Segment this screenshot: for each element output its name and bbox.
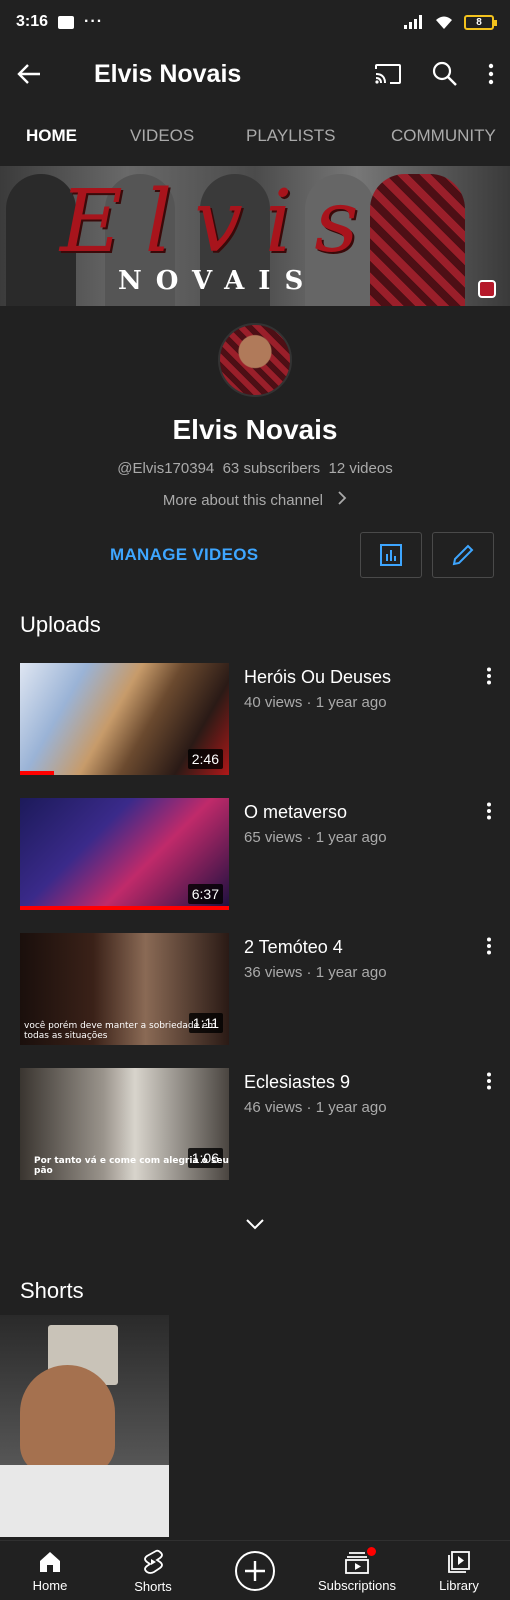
nav-shorts-label: Shorts: [134, 1578, 172, 1594]
channel-handle: @Elvis170394: [117, 460, 215, 477]
video-age: 1 year ago: [315, 1099, 387, 1116]
wifi-icon: [436, 16, 452, 29]
more-vert-icon[interactable]: [486, 1072, 492, 1090]
nav-library[interactable]: Library: [409, 1541, 509, 1600]
tab-playlists[interactable]: PLAYLISTS: [246, 126, 335, 146]
banner-title: Elvis: [60, 172, 381, 272]
analytics-icon: [380, 544, 402, 566]
notification-dot: [367, 1547, 376, 1556]
video-title[interactable]: Heróis Ou Deuses: [244, 667, 391, 688]
video-title[interactable]: 2 Temóteo 4: [244, 937, 343, 958]
video-title[interactable]: O metaverso: [244, 802, 347, 823]
nav-shorts[interactable]: Shorts: [103, 1541, 203, 1600]
more-vert-icon[interactable]: [486, 937, 492, 955]
short-person-image: [20, 1365, 115, 1475]
channel-tabs: HOME VIDEOS PLAYLISTS COMMUNITY: [0, 112, 510, 160]
edit-channel-button[interactable]: [432, 532, 494, 578]
more-about-label: More about this channel: [162, 492, 323, 509]
video-duration: 2:46: [187, 749, 223, 769]
app-bar: Elvis Novais: [0, 44, 510, 104]
tab-videos[interactable]: VIDEOS: [130, 126, 194, 146]
signal-icon: [404, 15, 422, 29]
nav-home[interactable]: Home: [0, 1541, 100, 1600]
video-age: 1 year ago: [315, 829, 387, 846]
video-item[interactable]: 2:46 Heróis Ou Deuses 40 views · 1 year …: [20, 663, 500, 781]
nav-create[interactable]: [205, 1541, 305, 1600]
video-views: 36 views: [244, 964, 303, 981]
video-meta: 46 views · 1 year ago: [244, 1099, 387, 1116]
status-time: 3:16: [16, 13, 49, 30]
library-icon: [448, 1550, 470, 1573]
battery-icon: 8: [464, 14, 497, 30]
video-caption: Por tanto vá e come com alegria o seu pã…: [34, 1156, 229, 1176]
video-views: 46 views: [244, 1099, 303, 1116]
message-icon: [58, 15, 75, 29]
video-thumbnail[interactable]: 6:37: [20, 798, 229, 910]
channel-banner: Elvis NOVAIS: [0, 166, 510, 306]
channel-meta: @Elvis170394 63 subscribers 12 videos: [0, 460, 510, 477]
more-notifications-icon: ···: [84, 13, 104, 30]
instagram-icon: [478, 280, 496, 298]
banner-subtitle: NOVAIS: [118, 266, 318, 296]
video-thumbnail[interactable]: 2:46: [20, 663, 229, 775]
uploads-heading: Uploads: [20, 612, 101, 637]
avatar[interactable]: [218, 323, 292, 397]
video-item[interactable]: 1:06 Por tanto vá e come com alegria o s…: [20, 1068, 500, 1186]
nav-subscriptions[interactable]: Subscriptions: [307, 1541, 407, 1600]
chevron-down-icon[interactable]: [245, 1218, 265, 1230]
add-circle-icon: [235, 1551, 275, 1591]
subscriptions-icon: [345, 1551, 369, 1574]
video-meta: 36 views · 1 year ago: [244, 964, 387, 981]
video-thumbnail[interactable]: 1:06 Por tanto vá e come com alegria o s…: [20, 1068, 229, 1180]
nav-library-label: Library: [439, 1577, 479, 1593]
shorts-heading: Shorts: [20, 1278, 84, 1303]
more-vert-icon[interactable]: [486, 667, 492, 685]
back-arrow-icon[interactable]: [16, 63, 56, 85]
status-bar: 3:16 ··· 8: [0, 0, 510, 44]
tab-community[interactable]: COMMUNITY: [391, 126, 496, 146]
search-icon[interactable]: [432, 61, 458, 87]
chevron-right-icon: [338, 491, 347, 505]
more-vert-icon[interactable]: [486, 802, 492, 820]
analytics-button[interactable]: [360, 532, 422, 578]
video-age: 1 year ago: [315, 694, 387, 711]
video-views: 65 views: [244, 829, 303, 846]
video-caption: você porém deve manter a sobriedade em t…: [24, 1021, 217, 1041]
video-item[interactable]: 1:11 você porém deve manter a sobriedade…: [20, 933, 500, 1051]
nav-subscriptions-label: Subscriptions: [317, 1577, 397, 1593]
video-age: 1 year ago: [315, 964, 387, 981]
video-thumbnail[interactable]: 1:11 você porém deve manter a sobriedade…: [20, 933, 229, 1045]
video-duration: 6:37: [187, 884, 223, 904]
subscriber-count: 63 subscribers: [222, 460, 321, 477]
home-icon: [40, 1551, 60, 1572]
watch-progress-bar: [20, 906, 229, 910]
pencil-icon: [452, 544, 474, 566]
more-about-link[interactable]: More about this channel: [0, 491, 510, 509]
video-item[interactable]: 6:37 O metaverso 65 views · 1 year ago: [20, 798, 500, 916]
video-count: 12 videos: [328, 460, 393, 477]
short-shirt-image: [0, 1465, 169, 1537]
channel-name: Elvis Novais: [172, 414, 338, 445]
page-title: Elvis Novais: [94, 59, 242, 88]
watch-progress-bar: [20, 771, 54, 775]
bottom-navigation: Home Shorts Subscriptions Library: [0, 1540, 510, 1600]
video-views: 40 views: [244, 694, 303, 711]
video-meta: 40 views · 1 year ago: [244, 694, 387, 711]
video-title[interactable]: Eclesiastes 9: [244, 1072, 350, 1093]
nav-home-label: Home: [32, 1577, 68, 1593]
more-vert-icon[interactable]: [488, 63, 494, 85]
cast-icon[interactable]: [374, 63, 402, 85]
shorts-icon: [144, 1549, 163, 1574]
short-thumbnail[interactable]: [0, 1315, 169, 1537]
manage-videos-button[interactable]: MANAGE VIDEOS: [110, 545, 258, 565]
banner-person-image: [370, 174, 465, 306]
tab-home[interactable]: HOME: [26, 126, 77, 146]
video-meta: 65 views · 1 year ago: [244, 829, 387, 846]
